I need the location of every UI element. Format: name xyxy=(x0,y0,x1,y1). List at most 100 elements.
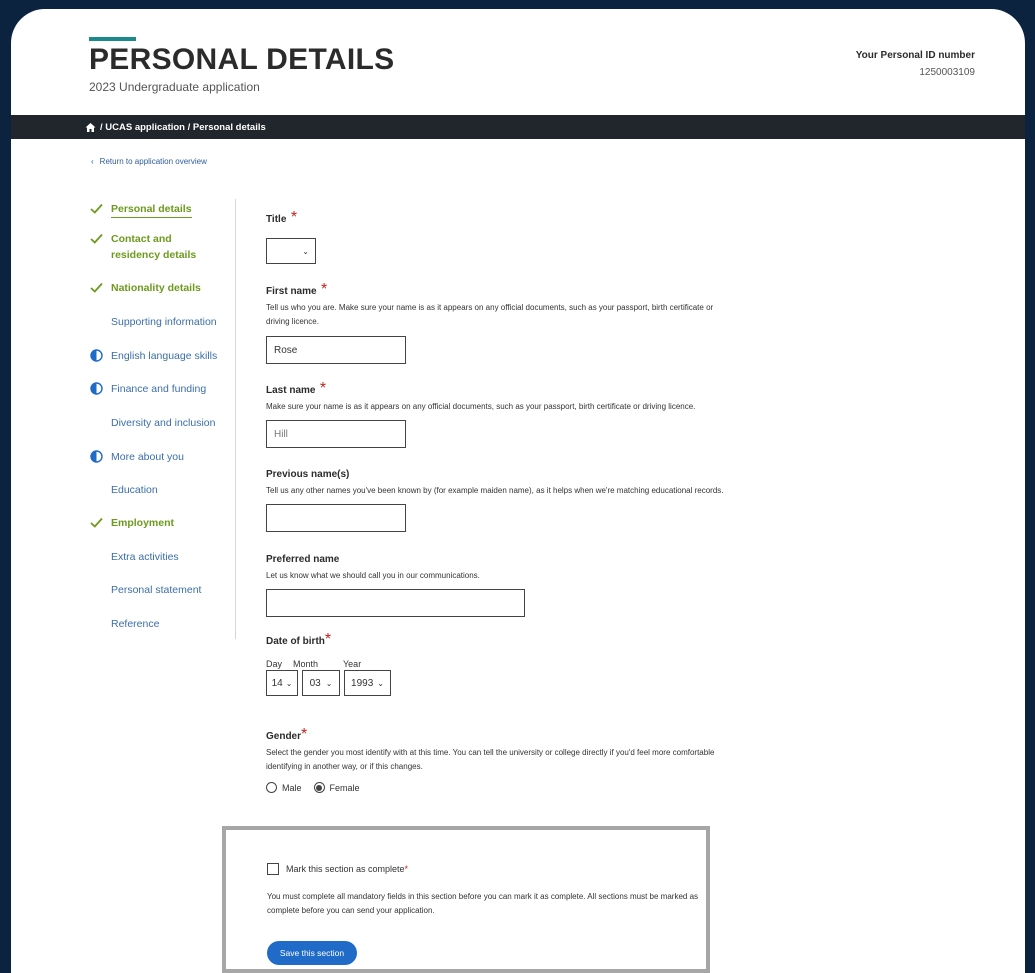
title-label: Title xyxy=(266,214,287,225)
gender-female-label[interactable]: Female xyxy=(330,783,360,793)
application-window: PERSONAL DETAILS 2023 Undergraduate appl… xyxy=(11,9,1025,973)
radio-selected-dot xyxy=(316,784,323,791)
required-marker: * xyxy=(290,209,298,226)
chevron-down-icon: ⌄ xyxy=(325,678,333,688)
checkmark-icon xyxy=(87,231,105,245)
preferred-name-hint: Let us know what we should call you in o… xyxy=(266,571,480,580)
gender-label: Gender xyxy=(266,731,302,742)
required-marker: * xyxy=(319,380,327,397)
first-name-hint: Tell us who you are. Make sure your name… xyxy=(266,303,714,326)
return-link-label: Return to application overview xyxy=(99,157,207,166)
gender-male-label[interactable]: Male xyxy=(282,783,302,793)
page-title: PERSONAL DETAILS xyxy=(89,43,395,76)
preferred-name-input[interactable] xyxy=(266,589,525,617)
breadcrumb-text[interactable]: / UCAS application / Personal details xyxy=(100,122,266,133)
gender-male-radio[interactable] xyxy=(266,782,277,793)
last-name-input[interactable]: Hill xyxy=(266,420,406,448)
return-link[interactable]: ‹ Return to application overview xyxy=(91,157,207,166)
required-marker: * xyxy=(301,726,308,743)
sidebar-item-label: Reference xyxy=(111,618,160,630)
personal-id-label: Your Personal ID number xyxy=(855,50,975,61)
half-circle-icon xyxy=(87,381,105,395)
last-name-group: Last name * Make sure your name is as it… xyxy=(266,380,726,448)
sidebar-item-label: Personal details xyxy=(111,201,192,218)
required-marker: * xyxy=(321,281,328,298)
checkmark-icon xyxy=(87,515,105,529)
title-field-label: Title * xyxy=(266,209,726,227)
sidebar-item[interactable]: Nationality details xyxy=(87,280,201,313)
dob-group: Date of birth* Day Month Year 14 ⌄ 03 ⌄ 19… xyxy=(266,631,726,696)
first-name-input[interactable]: Rose xyxy=(266,336,406,364)
previous-name-input[interactable] xyxy=(266,504,406,532)
month-label: Month xyxy=(293,659,319,669)
sidebar-item[interactable]: Extra activities xyxy=(87,549,179,582)
complete-hint: You must complete all mandatory fields i… xyxy=(267,892,699,915)
sidebar-item-label: Contact and residency details xyxy=(111,233,197,261)
preferred-name-label: Preferred name xyxy=(266,554,340,565)
blank-icon xyxy=(87,482,105,496)
chevron-left-icon: ‹ xyxy=(91,157,94,166)
blank-icon xyxy=(87,582,105,596)
complete-checkbox[interactable] xyxy=(267,863,279,875)
sidebar-item[interactable]: Education xyxy=(87,482,158,515)
breadcrumb: / UCAS application / Personal details xyxy=(11,115,1025,139)
personal-details-form: Title * ⌄ First name * Tell us who you a… xyxy=(266,209,726,793)
previous-name-group: Previous name(s) Tell us any other names… xyxy=(266,464,726,532)
day-label: Day xyxy=(266,659,283,669)
first-name-label: First name xyxy=(266,286,317,297)
gender-group: Gender* Select the gender you most ident… xyxy=(266,726,726,793)
chevron-down-icon: ⌄ xyxy=(377,678,384,688)
sidebar-item-label: Employment xyxy=(111,517,175,529)
gender-hint: Select the gender you most identify with… xyxy=(266,748,715,771)
dob-selects: 14 ⌄ 03 ⌄ 1993 ⌄ xyxy=(266,670,726,696)
sidebar-item[interactable]: More about you xyxy=(87,449,184,482)
day-select[interactable]: 14 ⌄ xyxy=(266,670,298,696)
sidebar-item-label: More about you xyxy=(111,451,184,463)
sidebar-item-label: Nationality details xyxy=(111,282,201,294)
year-value: 1993 xyxy=(351,677,374,689)
page-header: PERSONAL DETAILS 2023 Undergraduate appl… xyxy=(11,9,1025,117)
sidebar-item[interactable]: English language skills xyxy=(87,348,217,381)
half-circle-icon xyxy=(87,449,105,463)
save-section-button[interactable]: Save this section xyxy=(267,941,357,965)
last-name-label: Last name xyxy=(266,385,316,396)
sidebar-item[interactable]: Employment xyxy=(87,515,174,548)
dob-label: Date of birth xyxy=(266,636,325,647)
sidebar-item[interactable]: Contact and residency details xyxy=(87,231,221,264)
home-icon[interactable] xyxy=(85,122,96,133)
chevron-down-icon: ⌄ xyxy=(285,678,293,688)
dob-sublabels: Day Month Year xyxy=(266,659,726,669)
checkmark-icon xyxy=(87,280,105,294)
title-accent-bar xyxy=(89,37,136,41)
half-circle-icon xyxy=(87,348,105,362)
complete-checkbox-label[interactable]: Mark this section as complete xyxy=(286,864,405,874)
preferred-name-group: Preferred name Let us know what we shoul… xyxy=(266,549,726,617)
previous-name-hint: Tell us any other names you've been know… xyxy=(266,486,724,495)
sidebar-item-label: Finance and funding xyxy=(111,383,207,395)
sidebar-item-label: Diversity and inclusion xyxy=(111,417,216,429)
blank-icon xyxy=(87,314,105,328)
personal-id-value: 1250003109 xyxy=(919,67,975,78)
nav-divider xyxy=(235,199,236,639)
year-select[interactable]: 1993 ⌄ xyxy=(344,670,391,696)
title-select[interactable]: ⌄ xyxy=(266,238,316,264)
sidebar-item-label: Personal statement xyxy=(111,584,202,596)
chevron-down-icon: ⌄ xyxy=(302,246,309,256)
sidebar-item[interactable]: Personal details xyxy=(87,201,192,234)
year-label: Year xyxy=(343,659,362,669)
checkmark-icon xyxy=(87,201,105,215)
sidebar-item[interactable]: Personal statement xyxy=(87,582,201,615)
blank-icon xyxy=(87,415,105,429)
month-select[interactable]: 03 ⌄ xyxy=(302,670,340,696)
sidebar-item[interactable]: Finance and funding xyxy=(87,381,206,414)
required-marker: * xyxy=(404,864,409,874)
sidebar-item[interactable]: Reference xyxy=(87,616,159,649)
blank-icon xyxy=(87,549,105,563)
sidebar-item[interactable]: Supporting information xyxy=(87,314,217,347)
blank-icon xyxy=(87,616,105,630)
sidebar-item[interactable]: Diversity and inclusion xyxy=(87,415,215,448)
gender-options: Male Female xyxy=(266,782,726,793)
previous-name-label: Previous name(s) xyxy=(266,469,350,480)
last-name-hint: Make sure your name is as it appears on … xyxy=(266,402,696,411)
gender-female-radio[interactable] xyxy=(313,782,325,793)
